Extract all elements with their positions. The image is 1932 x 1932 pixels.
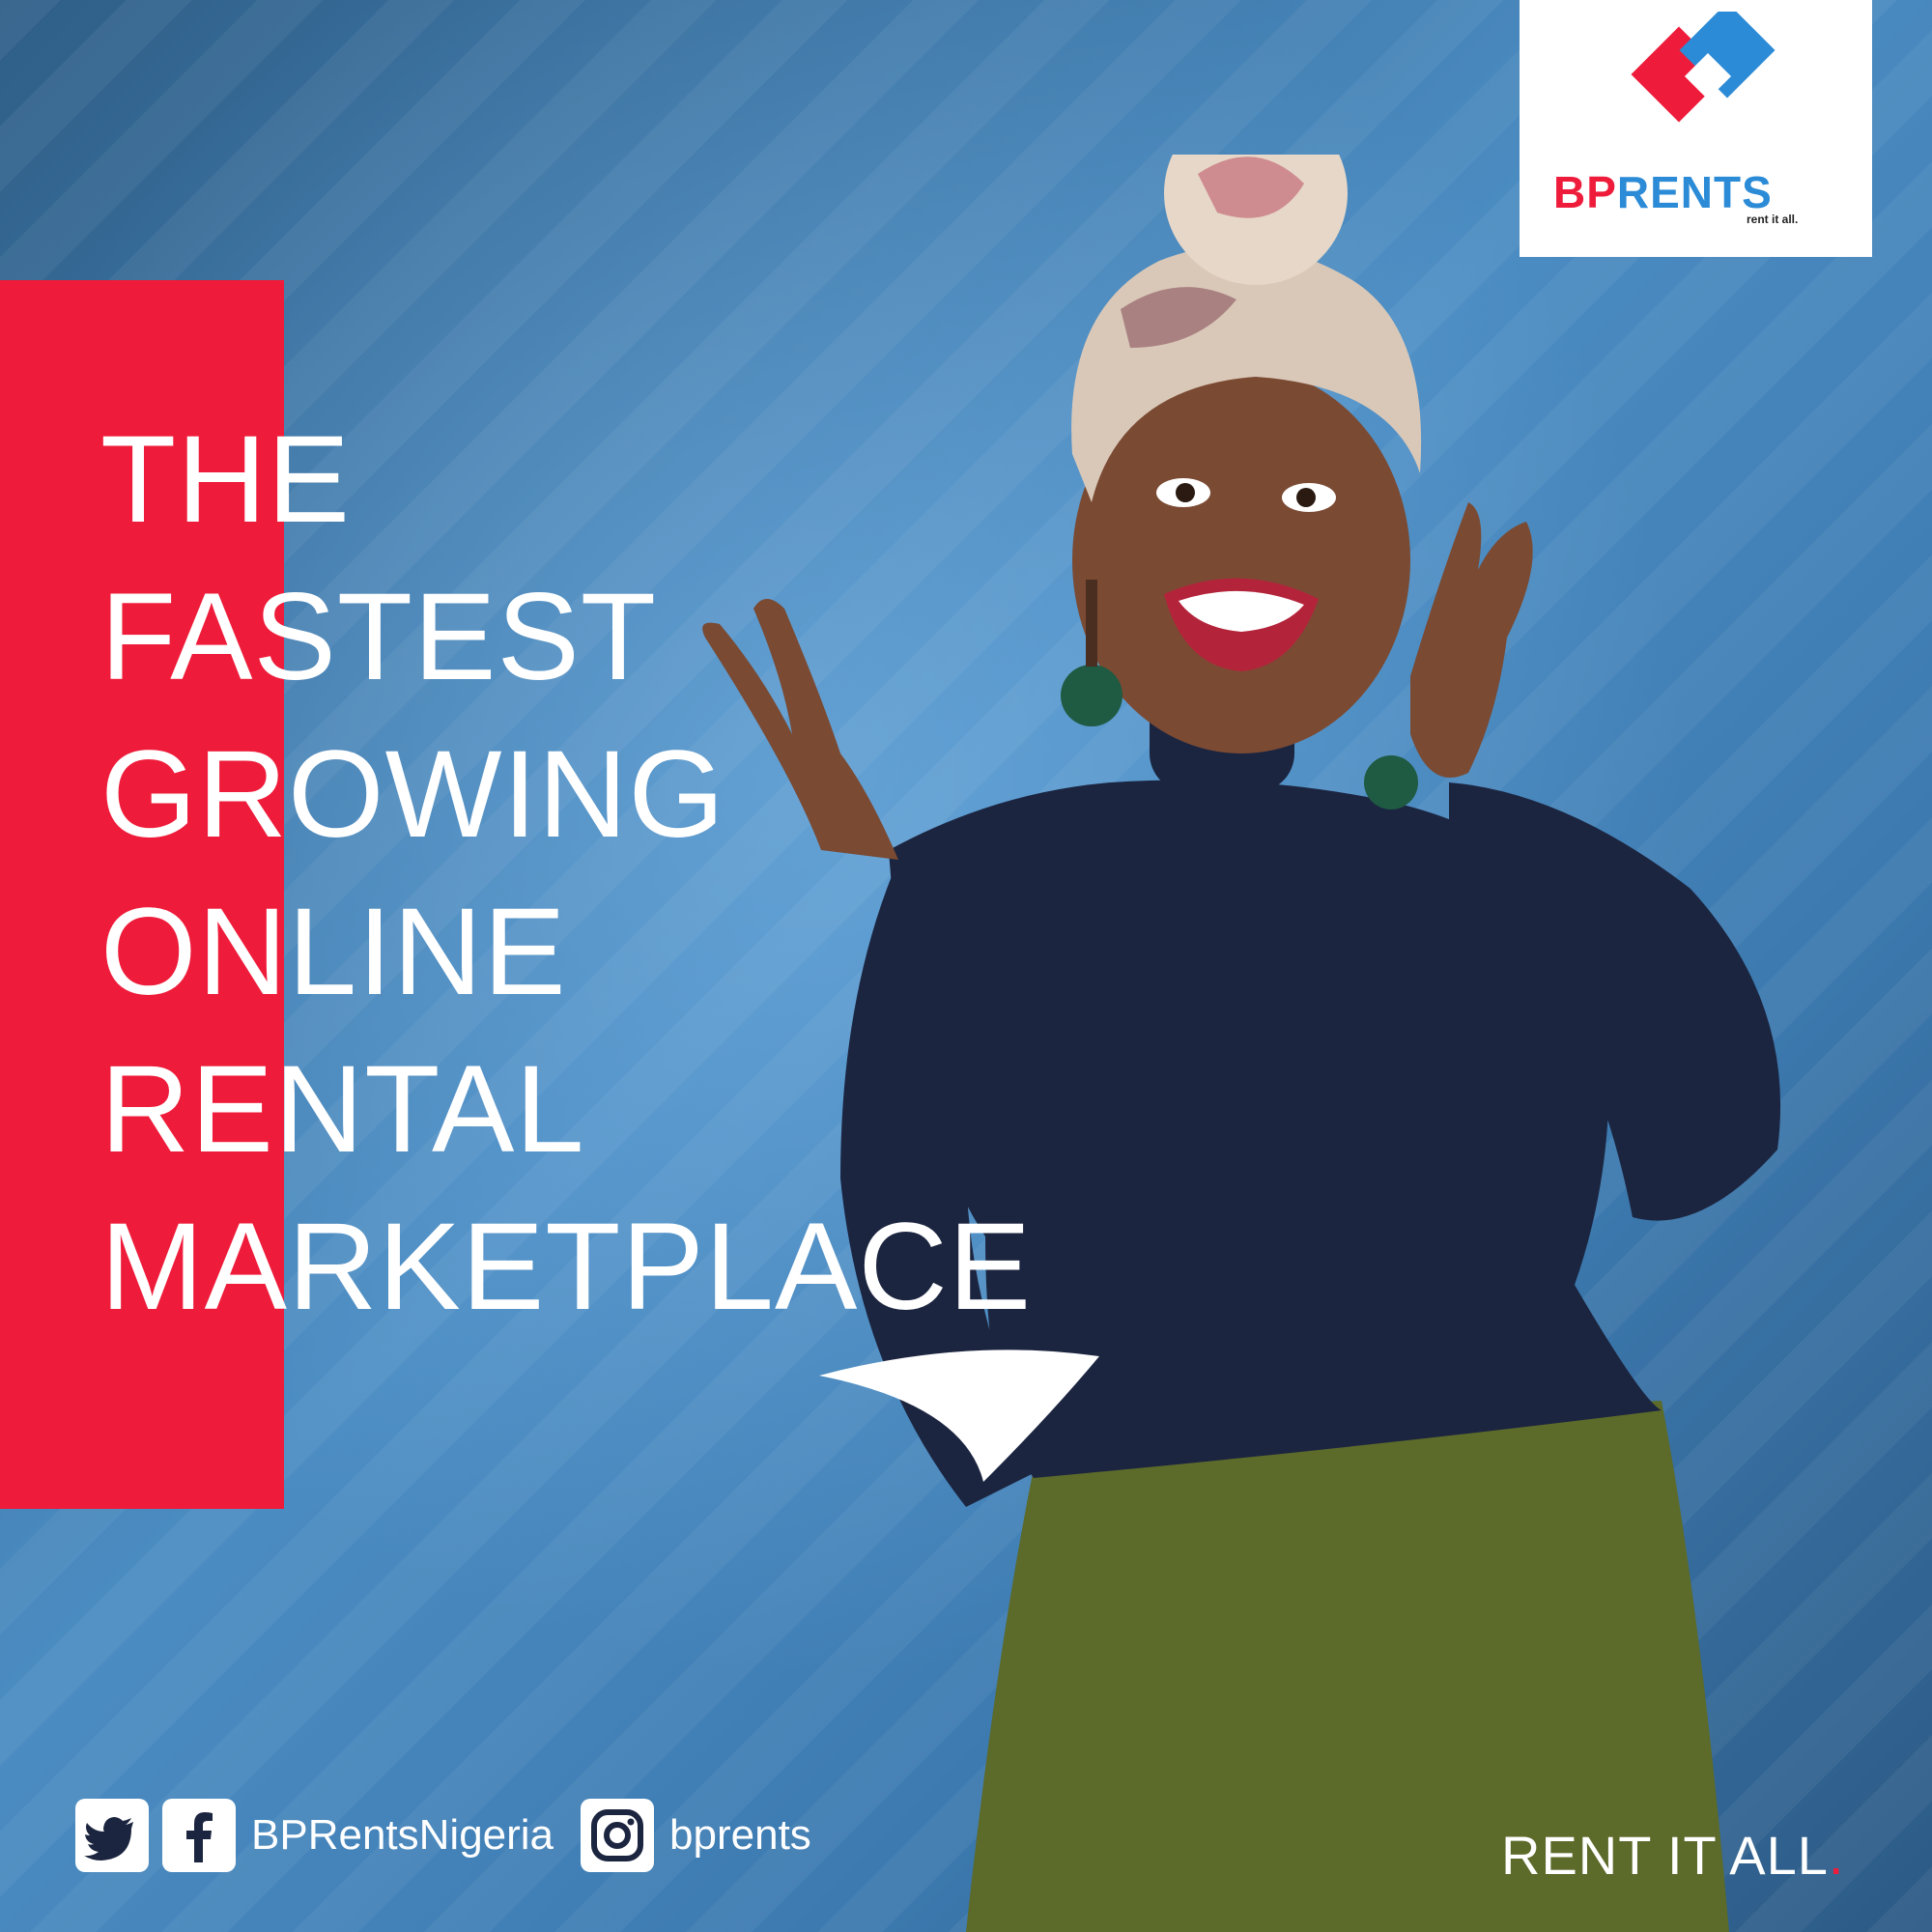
footer-tagline-text: RENT IT ALL — [1501, 1825, 1829, 1886]
headline-line-3: GROWING — [100, 725, 725, 864]
headline-line-5: RENTAL — [100, 1040, 585, 1179]
brand-wordmark-rents: RENTS — [1616, 167, 1773, 217]
headline-line-4: ONLINE — [100, 883, 567, 1021]
footer-tagline-dot: . — [1828, 1825, 1845, 1886]
social-handle-twitter-facebook: BPRentsNigeria — [251, 1811, 554, 1859]
footer-tagline: RENT IT ALL. — [1501, 1824, 1844, 1887]
brand-wordmark: BPRENTS — [1553, 166, 1773, 218]
headline-line-1: THE — [100, 411, 351, 549]
facebook-icon — [162, 1799, 236, 1872]
twitter-icon — [75, 1799, 149, 1872]
headline: THE FASTEST GROWING ONLINE RENTAL MARKET… — [100, 401, 1032, 1346]
headline-line-2: FASTEST — [100, 568, 657, 706]
headline-line-6: MARKETPLACE — [100, 1198, 1033, 1336]
bprents-logo-mark — [1631, 12, 1776, 123]
social-handle-instagram: bprents — [669, 1811, 811, 1859]
brand-tagline-small: rent it all. — [1747, 213, 1799, 226]
ad-canvas: THE FASTEST GROWING ONLINE RENTAL MARKET… — [0, 0, 1932, 1932]
brand-logo-card: BPRENTS rent it all. — [1520, 0, 1872, 257]
brand-wordmark-bp: BP — [1553, 167, 1617, 217]
white-swoosh-graphic — [819, 1350, 1099, 1482]
instagram-icon — [581, 1799, 655, 1872]
social-handles: BPRentsNigeria bprents — [75, 1792, 811, 1879]
